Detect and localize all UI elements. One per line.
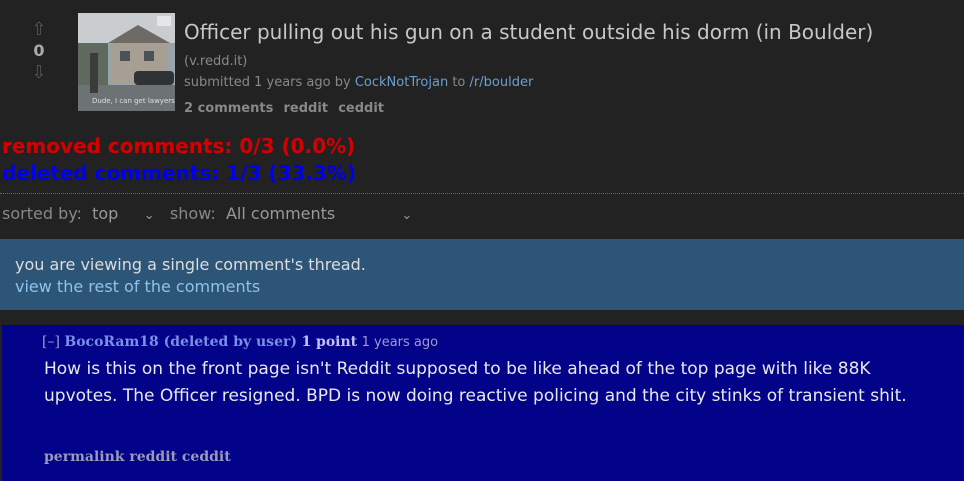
sort-bar: sorted by: top ⌄ show: All comments ⌄ xyxy=(2,204,412,223)
view-rest-link[interactable]: view the rest of the comments xyxy=(15,277,260,296)
chevron-down-icon: ⌄ xyxy=(401,208,413,223)
by-word: by xyxy=(334,75,351,90)
notice-text: you are viewing a single comment's threa… xyxy=(15,255,366,274)
comment-ceddit-link[interactable]: ceddit xyxy=(182,449,231,465)
divider xyxy=(0,193,964,194)
show-label: show: xyxy=(169,204,216,223)
deleted-comments-stat: deleted comments: 1/3 (33.3%) xyxy=(2,161,356,185)
comments-link[interactable]: 2 comments xyxy=(184,101,273,116)
post-submitted-line: submitted 1 years ago by CockNotTrojan t… xyxy=(184,75,533,90)
post-title[interactable]: Officer pulling out his gun on a student… xyxy=(184,20,873,44)
subreddit-link[interactable]: /r/boulder xyxy=(470,75,534,90)
show-select-value: All comments xyxy=(225,204,336,223)
sort-select[interactable]: top ⌄ xyxy=(92,204,155,223)
single-thread-notice: you are viewing a single comment's threa… xyxy=(0,239,964,310)
post-author-link[interactable]: CockNotTrojan xyxy=(355,75,448,90)
submitted-time: 1 years ago xyxy=(254,75,331,90)
collapse-toggle[interactable]: [–] xyxy=(42,334,60,350)
removed-comments-stat: removed comments: 0/3 (0.0%) xyxy=(2,134,356,158)
comment-points: 1 point xyxy=(301,334,358,350)
comment-links: permalink reddit ceddit xyxy=(44,449,231,465)
comment: [–] BocoRam18 (deleted by user) 1 point … xyxy=(2,325,964,481)
reddit-link[interactable]: reddit xyxy=(284,101,329,116)
comment-reddit-link[interactable]: reddit xyxy=(129,449,177,465)
sort-select-value: top xyxy=(92,204,119,223)
post-domain[interactable]: (v.redd.it) xyxy=(184,54,247,69)
post-thumbnail[interactable]: Dude, I can get lawyers xyxy=(78,13,175,111)
ceddit-link[interactable]: ceddit xyxy=(338,101,384,116)
show-select[interactable]: All comments ⌄ xyxy=(226,204,412,223)
chevron-down-icon: ⌄ xyxy=(143,208,155,223)
to-word: to xyxy=(452,75,466,90)
comment-meta: [–] BocoRam18 (deleted by user) 1 point … xyxy=(42,334,438,350)
upvote-icon[interactable]: ⇧ xyxy=(28,21,50,39)
thumbnail-caption: Dude, I can get lawyers xyxy=(92,97,175,105)
comment-time: 1 years ago xyxy=(361,335,439,350)
post-links: 2 comments reddit ceddit xyxy=(184,97,384,116)
sorted-by-label: sorted by: xyxy=(2,204,82,223)
post-score: 0 xyxy=(33,41,45,60)
downvote-icon[interactable]: ⇩ xyxy=(28,64,50,82)
permalink-link[interactable]: permalink xyxy=(44,449,124,465)
submitted-prefix: submitted xyxy=(184,75,250,90)
comment-author[interactable]: BocoRam18 (deleted by user) xyxy=(64,334,297,350)
comment-body: How is this on the front page isn't Redd… xyxy=(44,359,907,406)
